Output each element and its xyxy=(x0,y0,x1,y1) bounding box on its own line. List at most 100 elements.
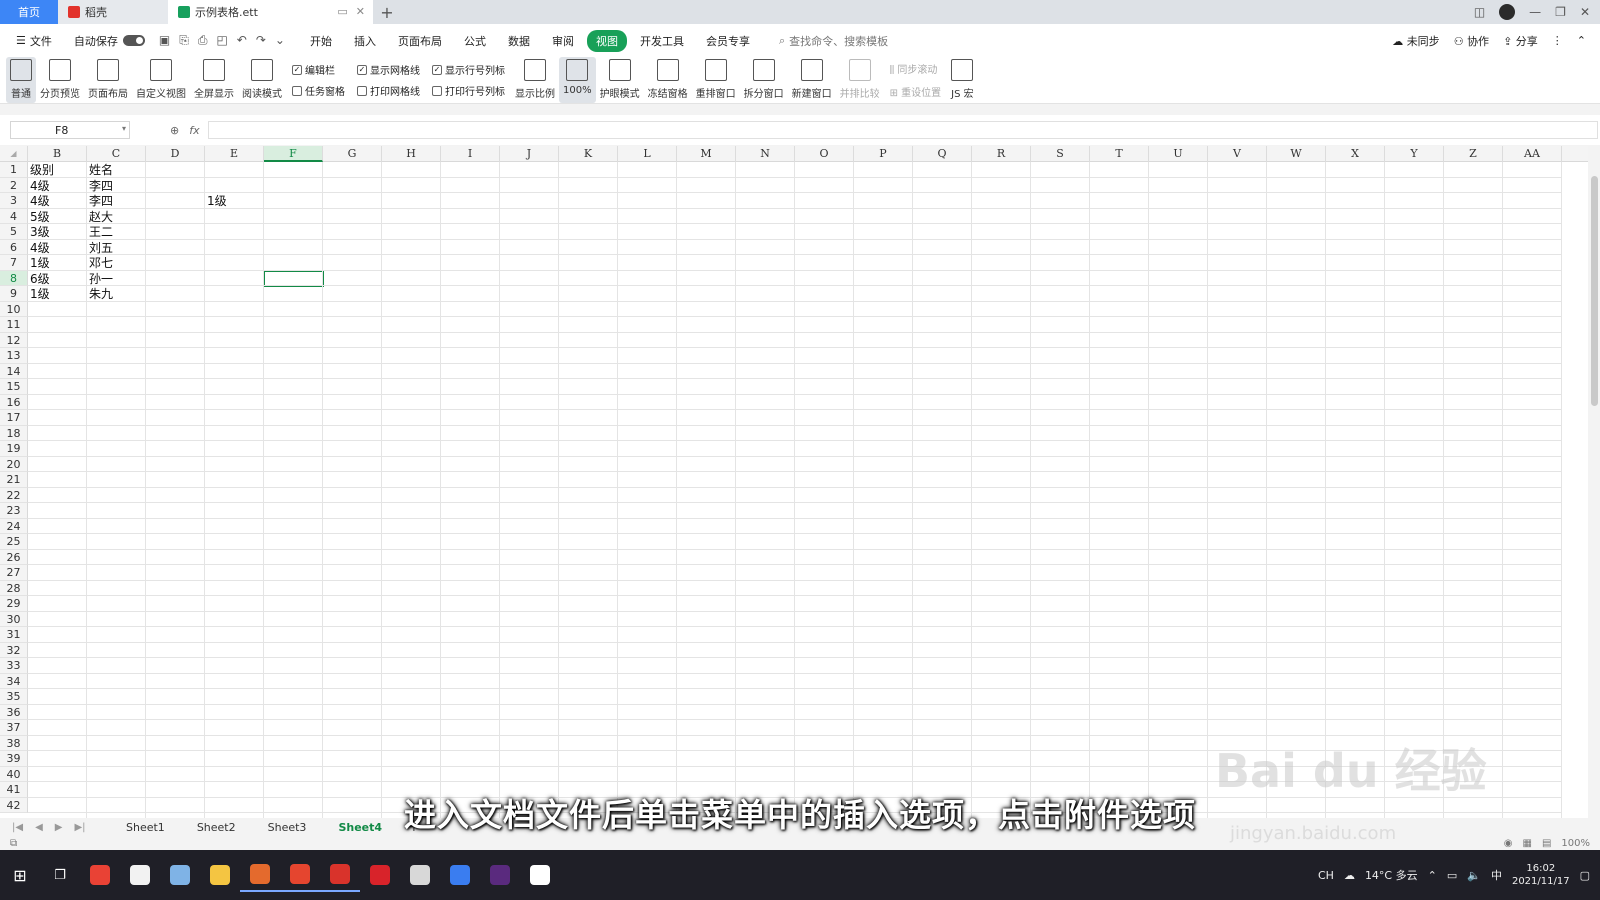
row-header[interactable]: 8 xyxy=(0,270,28,286)
tab-0[interactable]: 开始 xyxy=(301,30,341,52)
row-header[interactable]: 9 xyxy=(0,286,28,302)
row-header[interactable]: 32 xyxy=(0,642,28,658)
column-header[interactable]: I xyxy=(441,146,500,162)
column-header[interactable]: L xyxy=(618,146,677,162)
sync-button[interactable]: ☁ 未同步 xyxy=(1392,33,1440,49)
row-header[interactable]: 27 xyxy=(0,565,28,581)
row-header[interactable]: 26 xyxy=(0,549,28,565)
row-header[interactable]: 24 xyxy=(0,518,28,534)
tab-8[interactable]: 会员专享 xyxy=(697,30,759,52)
column-header[interactable]: N xyxy=(736,146,795,162)
autosave-toggle[interactable]: 自动保存 xyxy=(74,33,145,49)
tab-wps-daoke[interactable]: 稻壳 xyxy=(58,0,168,24)
row-header[interactable]: 3 xyxy=(0,193,28,209)
lang-indicator[interactable]: CH xyxy=(1318,869,1334,882)
row-header[interactable]: 39 xyxy=(0,751,28,767)
row-header[interactable]: 34 xyxy=(0,673,28,689)
tab-1[interactable]: 插入 xyxy=(345,30,385,52)
column-header[interactable]: Y xyxy=(1385,146,1444,162)
normal-view-button[interactable]: 普通 xyxy=(6,57,36,103)
restore-icon[interactable]: ❐ xyxy=(1555,5,1566,19)
print-icon[interactable]: ⎙ xyxy=(198,33,208,48)
undo-icon[interactable]: ↶ xyxy=(237,33,247,48)
column-header[interactable]: Z xyxy=(1444,146,1503,162)
row-header[interactable]: 16 xyxy=(0,394,28,410)
column-header[interactable]: C xyxy=(87,146,146,162)
zoom-in-icon[interactable]: ⊕ xyxy=(170,124,179,137)
tray-expand-icon[interactable]: ⌃ xyxy=(1428,869,1437,882)
column-header[interactable]: J xyxy=(500,146,559,162)
row-header[interactable]: 5 xyxy=(0,224,28,240)
zoom-level[interactable]: 100% xyxy=(1561,838,1590,849)
taskbar-app-wps-et[interactable] xyxy=(240,858,280,892)
column-header[interactable]: AA xyxy=(1503,146,1562,162)
tab-2[interactable]: 页面布局 xyxy=(389,30,451,52)
tab-document[interactable]: 示例表格.ett ▭ ✕ xyxy=(168,0,373,24)
taskbar-app-netease-music[interactable] xyxy=(360,858,400,892)
row-header[interactable]: 22 xyxy=(0,487,28,503)
ribbon-checkbox[interactable]: ✓ 显示网格线 xyxy=(357,62,420,77)
more-icon[interactable]: ⋮ xyxy=(1552,34,1563,47)
row-header[interactable]: 21 xyxy=(0,472,28,488)
collab-button[interactable]: ⚇ 协作 xyxy=(1454,33,1489,49)
minimize-icon[interactable]: — xyxy=(1529,5,1541,19)
reading-mode-button[interactable]: 阅读模式 xyxy=(238,57,286,103)
row-header[interactable]: 35 xyxy=(0,689,28,705)
split-window-button[interactable]: 拆分窗口 xyxy=(740,57,788,103)
row-header[interactable]: 10 xyxy=(0,301,28,317)
column-header[interactable]: B xyxy=(28,146,87,162)
row-header[interactable]: 18 xyxy=(0,425,28,441)
tab-4[interactable]: 数据 xyxy=(499,30,539,52)
row-header[interactable]: 14 xyxy=(0,363,28,379)
taskbar-app-chrome-2[interactable] xyxy=(440,858,480,892)
row-header[interactable]: 40 xyxy=(0,766,28,782)
column-header[interactable]: M xyxy=(677,146,736,162)
row-header[interactable]: 11 xyxy=(0,317,28,333)
row-header[interactable]: 36 xyxy=(0,704,28,720)
row-header[interactable]: 31 xyxy=(0,627,28,643)
column-header[interactable]: H xyxy=(382,146,441,162)
command-search[interactable]: ⌕ 查找命令、搜索模板 xyxy=(779,33,888,49)
row-header[interactable]: 13 xyxy=(0,348,28,364)
row-header[interactable]: 2 xyxy=(0,177,28,193)
file-menu-button[interactable]: ☰ 文件 xyxy=(10,33,58,49)
vertical-scrollbar[interactable] xyxy=(1588,146,1600,818)
taskbar-app-wps[interactable] xyxy=(320,858,360,892)
eye-status-icon[interactable]: ◉ xyxy=(1504,838,1513,849)
column-header[interactable]: S xyxy=(1031,146,1090,162)
close-window-icon[interactable]: ✕ xyxy=(1580,5,1590,19)
reset-position-button[interactable]: ⊞ 重设位置 xyxy=(890,84,942,99)
compare-side-by-side-button[interactable]: 并排比较 xyxy=(836,57,884,103)
ime-indicator[interactable]: 中 xyxy=(1491,867,1502,883)
taskbar-app-wps-ppt[interactable] xyxy=(280,858,320,892)
row-header[interactable]: 4 xyxy=(0,208,28,224)
row-header[interactable]: 37 xyxy=(0,720,28,736)
eye-mode-button[interactable]: 护眼模式 xyxy=(596,57,644,103)
row-header[interactable]: 28 xyxy=(0,580,28,596)
tab-pin-icon[interactable]: ▭ xyxy=(337,5,347,18)
ribbon-checkbox[interactable]: 打印网格线 xyxy=(357,83,420,98)
freeze-panes-button[interactable]: 冻结窗格 xyxy=(644,57,692,103)
taskbar-app-app-a[interactable] xyxy=(520,858,560,892)
zoom-100-button[interactable]: 100% xyxy=(559,57,596,103)
collapse-ribbon-icon[interactable]: ⌃ xyxy=(1577,34,1586,47)
js-macro-button[interactable]: JS 宏 xyxy=(947,57,977,103)
row-header[interactable]: 17 xyxy=(0,410,28,426)
taskbar-app-store[interactable] xyxy=(120,858,160,892)
spreadsheet-grid[interactable]: ◢ B C D E F G H I J K L M N O P Q R S T U V W X Y Z AA 1 2 3 4 5 6 7 8 9 10… xyxy=(0,146,1588,818)
row-header[interactable]: 15 xyxy=(0,379,28,395)
tab-3[interactable]: 公式 xyxy=(455,30,495,52)
tab-home[interactable]: 首页 xyxy=(0,0,58,24)
column-header[interactable]: G xyxy=(323,146,382,162)
taskbar-app-notes[interactable] xyxy=(160,858,200,892)
redo-icon[interactable]: ↷ xyxy=(256,33,266,48)
windows-start-icon[interactable]: ⊞ xyxy=(0,866,40,885)
column-header[interactable]: O xyxy=(795,146,854,162)
column-header[interactable]: W xyxy=(1267,146,1326,162)
row-header[interactable]: 6 xyxy=(0,239,28,255)
column-header[interactable]: D xyxy=(146,146,205,162)
clock[interactable]: 16:02 2021/11/17 xyxy=(1512,862,1570,888)
display-ratio-button[interactable]: 显示比例 xyxy=(511,57,559,103)
select-all-corner[interactable]: ◢ xyxy=(0,146,28,162)
row-header[interactable]: 7 xyxy=(0,255,28,271)
